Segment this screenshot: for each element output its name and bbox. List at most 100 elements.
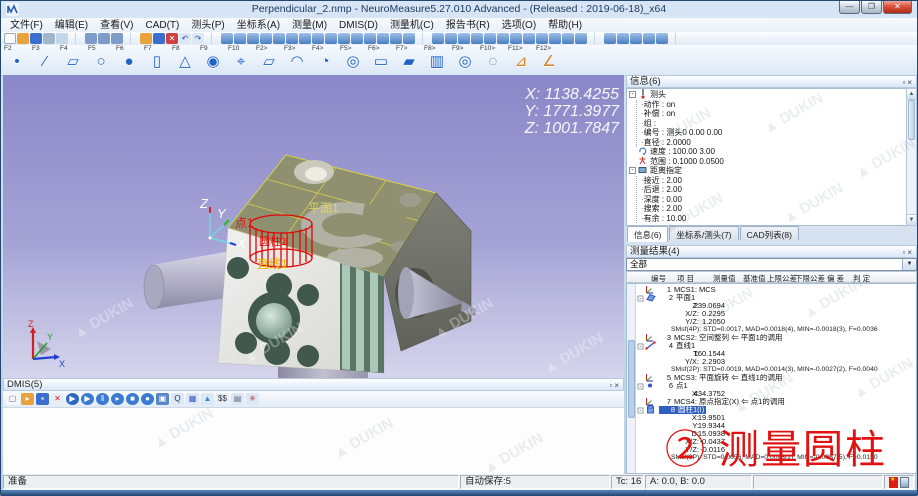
info-tree-node[interactable]: -距离指定: [629, 166, 904, 176]
menu-item[interactable]: 测头(P): [185, 19, 230, 32]
copy-image-icon[interactable]: [111, 33, 123, 44]
measure-plane-circle-button[interactable]: F5>◎: [339, 45, 367, 74]
dmis-close-icon[interactable]: ✕: [51, 393, 64, 405]
rotate-left-icon[interactable]: ↶: [179, 33, 191, 44]
dmis-monitor-icon[interactable]: ▣: [156, 393, 169, 405]
menu-item[interactable]: 测量机(C): [384, 19, 440, 32]
view-front-icon[interactable]: [247, 33, 259, 44]
info-tree-child[interactable]: 接近 : 2.00: [641, 176, 904, 186]
chevron-down-icon[interactable]: ▼: [902, 259, 916, 270]
measure-protractor-button[interactable]: F12>∠: [535, 45, 563, 74]
tree-collapse-icon[interactable]: -: [638, 343, 644, 349]
table-row[interactable]: -4直线1: [637, 342, 915, 350]
menu-item[interactable]: 文件(F): [4, 19, 49, 32]
info-tree-child[interactable]: 补偿 : on: [641, 109, 904, 119]
measure-circle-button[interactable]: F5○: [87, 45, 115, 74]
tree-collapse-icon[interactable]: -: [638, 383, 644, 389]
restore-button[interactable]: ❐: [861, 1, 882, 14]
value-row[interactable]: Y/Z:1.2050: [637, 318, 915, 326]
view-probe-icon[interactable]: [377, 33, 389, 44]
3d-viewport-canvas[interactable]: 圆柱1 点1 平面1 直线1 Z Y X: [3, 75, 624, 378]
dmis-save-icon[interactable]: ▪: [36, 393, 49, 405]
info-tree-child[interactable]: 深度 : 0.00: [641, 195, 904, 205]
value-row[interactable]: X/Z:0.2295: [637, 310, 915, 318]
tree-collapse-icon[interactable]: -: [638, 295, 644, 301]
view-zoom-icon[interactable]: [325, 33, 337, 44]
dmis-settings-icon[interactable]: ✳: [246, 393, 259, 405]
menu-item[interactable]: 帮助(H): [542, 19, 588, 32]
dmis-step-icon[interactable]: ▸: [111, 393, 124, 405]
menu-item[interactable]: DMIS(D): [333, 19, 384, 32]
dmis-pause-icon[interactable]: ‖: [96, 393, 109, 405]
view-wire-icon[interactable]: [351, 33, 363, 44]
measure-profile-button[interactable]: F10>◌: [479, 45, 507, 74]
line-label[interactable]: 直线1: [257, 257, 288, 271]
info-tree-node[interactable]: 速度 : 100.00 3.00: [629, 147, 904, 157]
tool-move-icon[interactable]: [471, 33, 483, 44]
scroll-thumb[interactable]: [908, 100, 915, 140]
info-tree-child[interactable]: 动作 : on: [641, 100, 904, 110]
copy-dmis-icon[interactable]: [85, 33, 97, 44]
close-icon[interactable]: ×: [907, 248, 914, 257]
card-icon[interactable]: [643, 33, 655, 44]
view-clip-icon[interactable]: [390, 33, 402, 44]
close-icon[interactable]: ×: [907, 78, 914, 87]
measure-torus-button[interactable]: F9>◎: [451, 45, 479, 74]
save-file-icon[interactable]: [30, 33, 42, 44]
measure-plane-arc-button[interactable]: F3>◠: [283, 45, 311, 74]
view-rotate-icon[interactable]: [299, 33, 311, 44]
measure-line-button[interactable]: F3⁄: [31, 45, 59, 74]
results-filter-combo[interactable]: 全部 ▼: [626, 258, 917, 271]
dmis-record-icon[interactable]: ●: [141, 393, 154, 405]
table-row[interactable]: -8圆柱1(I): [637, 406, 915, 414]
save-session-icon[interactable]: [153, 33, 165, 44]
input-language-icon[interactable]: [900, 477, 909, 488]
tool-trend-icon[interactable]: [510, 33, 522, 44]
dmis-open-icon[interactable]: ▸: [21, 393, 34, 405]
dmis-run-icon[interactable]: ▶: [81, 393, 94, 405]
minimize-button[interactable]: —: [839, 1, 860, 14]
info-tree-child[interactable]: 有余 : 10.00: [641, 214, 904, 224]
dmis-dollars-icon[interactable]: $$: [216, 393, 229, 405]
plane-label[interactable]: 平面1: [308, 201, 339, 215]
menu-item[interactable]: 报告书(R): [440, 19, 496, 32]
tool-align-icon[interactable]: [432, 33, 444, 44]
measure-plane-point-button[interactable]: F2>▱: [255, 45, 283, 74]
tool-auto-icon[interactable]: [549, 33, 561, 44]
tab-CAD列表(8)[interactable]: CAD列表(8): [740, 226, 799, 240]
tool-sync-icon[interactable]: [575, 33, 587, 44]
view-cad-icon[interactable]: [403, 33, 415, 44]
clock-icon[interactable]: [617, 33, 629, 44]
dmis-new-icon[interactable]: ▢: [6, 393, 19, 405]
info-tree-node[interactable]: 范围 : 0.1000 0.0500: [629, 157, 904, 167]
tool-offset-icon[interactable]: [523, 33, 535, 44]
print-preview-icon[interactable]: [56, 33, 68, 44]
scroll-down-icon[interactable]: ▼: [907, 214, 916, 225]
point-label[interactable]: 点1: [235, 216, 254, 230]
dmis-find-icon[interactable]: Q: [171, 393, 184, 405]
info-tree-child[interactable]: 搜索 : 2.00: [641, 204, 904, 214]
view-iso-icon[interactable]: [286, 33, 298, 44]
scroll-up-icon[interactable]: ▲: [907, 89, 916, 100]
menu-item[interactable]: 查看(V): [94, 19, 139, 32]
tab-信息(6)[interactable]: 信息(6): [627, 226, 668, 242]
view-window-icon[interactable]: [221, 33, 233, 44]
measure-sphere-button[interactable]: F6●: [115, 45, 143, 74]
dmis-run-all-icon[interactable]: ▶: [66, 393, 79, 405]
view-top-icon[interactable]: [260, 33, 272, 44]
dmis-editor[interactable]: [3, 408, 624, 475]
tool-loop-icon[interactable]: [562, 33, 574, 44]
close-icon[interactable]: ×: [614, 381, 621, 390]
tool-level-icon[interactable]: [497, 33, 509, 44]
tool-probe-icon[interactable]: [445, 33, 457, 44]
tool-angle-icon[interactable]: [458, 33, 470, 44]
results-scrollbar[interactable]: [627, 284, 636, 473]
tool-target-icon[interactable]: [536, 33, 548, 44]
dmis-panel-titlebar[interactable]: DMIS(5) ▫×: [3, 378, 624, 391]
measure-step-cylinder-button[interactable]: F9◉: [199, 45, 227, 74]
title-bar[interactable]: Perpendicular_2.nmp - NeuroMeasure5.27.0…: [1, 1, 917, 18]
table-row[interactable]: -2平面1: [637, 294, 915, 302]
measure-angle-ruler-button[interactable]: F11>⊿: [507, 45, 535, 74]
open-session-icon[interactable]: [140, 33, 152, 44]
value-row[interactable]: Y/X:2.2903: [637, 358, 915, 366]
